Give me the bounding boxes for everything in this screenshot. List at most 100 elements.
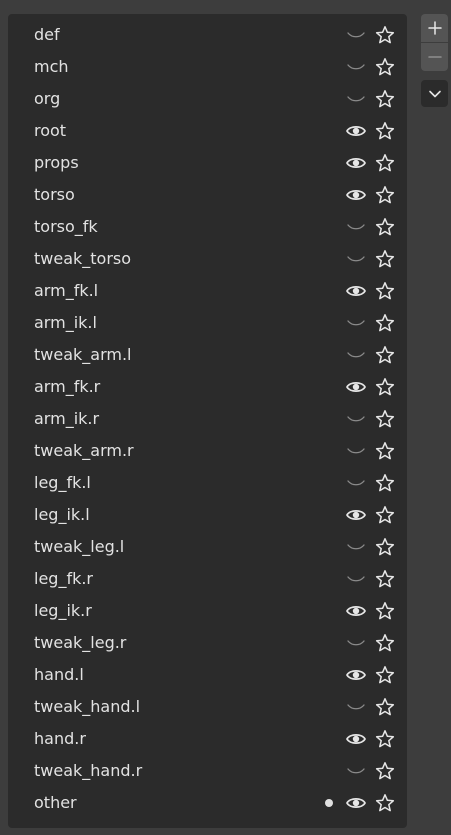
star-outline-icon[interactable]	[374, 24, 396, 46]
eye-open-icon[interactable]	[345, 377, 367, 397]
collection-row[interactable]: tweak_arm.l	[8, 339, 407, 371]
star-outline-icon[interactable]	[374, 376, 396, 398]
eye-closed-icon[interactable]	[345, 217, 367, 237]
star-outline-icon[interactable]	[374, 792, 396, 814]
collection-row[interactable]: mch	[8, 51, 407, 83]
eye-closed-icon[interactable]	[345, 441, 367, 461]
collection-row[interactable]: arm_fk.l	[8, 275, 407, 307]
collection-row[interactable]: leg_fk.l	[8, 467, 407, 499]
eye-closed-icon[interactable]	[345, 249, 367, 269]
eye-open-icon[interactable]	[345, 121, 367, 141]
specials-menu-button[interactable]	[421, 80, 448, 107]
collection-name: tweak_leg.r	[34, 633, 127, 652]
collection-row[interactable]: tweak_torso	[8, 243, 407, 275]
collection-row[interactable]: root	[8, 115, 407, 147]
star-outline-icon[interactable]	[374, 632, 396, 654]
collection-name: arm_ik.l	[34, 313, 97, 332]
eye-closed-icon[interactable]	[345, 345, 367, 365]
collection-row[interactable]: tweak_hand.r	[8, 755, 407, 787]
collection-name: tweak_hand.l	[34, 697, 141, 716]
eye-open-icon[interactable]	[345, 793, 367, 813]
eye-closed-icon[interactable]	[345, 761, 367, 781]
star-outline-icon[interactable]	[374, 728, 396, 750]
collection-name: leg_ik.r	[34, 601, 92, 620]
star-outline-icon[interactable]	[374, 440, 396, 462]
collection-row[interactable]: other	[8, 787, 407, 819]
star-outline-icon[interactable]	[374, 408, 396, 430]
star-outline-icon[interactable]	[374, 184, 396, 206]
collection-name: hand.l	[34, 665, 84, 684]
star-outline-icon[interactable]	[374, 120, 396, 142]
add-collection-button[interactable]	[421, 14, 448, 42]
eye-open-icon[interactable]	[345, 729, 367, 749]
star-outline-icon[interactable]	[374, 280, 396, 302]
eye-closed-icon[interactable]	[345, 537, 367, 557]
star-outline-icon[interactable]	[374, 504, 396, 526]
star-outline-icon[interactable]	[374, 88, 396, 110]
collection-row[interactable]: tweak_arm.r	[8, 435, 407, 467]
star-outline-icon[interactable]	[374, 56, 396, 78]
star-outline-icon[interactable]	[374, 568, 396, 590]
collection-row[interactable]: torso	[8, 179, 407, 211]
eye-closed-icon[interactable]	[345, 697, 367, 717]
collection-name: leg_ik.l	[34, 505, 90, 524]
collection-row[interactable]: leg_ik.r	[8, 595, 407, 627]
eye-open-icon[interactable]	[345, 153, 367, 173]
eye-closed-icon[interactable]	[345, 25, 367, 45]
star-outline-icon[interactable]	[374, 312, 396, 334]
star-outline-icon[interactable]	[374, 664, 396, 686]
collection-row[interactable]: leg_ik.l	[8, 499, 407, 531]
collection-row[interactable]: torso_fk	[8, 211, 407, 243]
eye-open-icon[interactable]	[345, 281, 367, 301]
collection-row[interactable]: arm_ik.l	[8, 307, 407, 339]
star-outline-icon[interactable]	[374, 760, 396, 782]
star-outline-icon[interactable]	[374, 216, 396, 238]
eye-closed-icon[interactable]	[345, 409, 367, 429]
star-outline-icon[interactable]	[374, 600, 396, 622]
collection-row[interactable]: tweak_hand.l	[8, 691, 407, 723]
collection-row[interactable]: def	[8, 19, 407, 51]
collection-row[interactable]: arm_fk.r	[8, 371, 407, 403]
eye-closed-icon[interactable]	[345, 89, 367, 109]
collection-row[interactable]: tweak_leg.l	[8, 531, 407, 563]
collection-row[interactable]: leg_fk.r	[8, 563, 407, 595]
eye-closed-icon[interactable]	[345, 473, 367, 493]
star-outline-icon[interactable]	[374, 248, 396, 270]
collection-name: root	[34, 121, 67, 140]
collection-name: def	[34, 25, 60, 44]
eye-open-icon[interactable]	[345, 665, 367, 685]
star-outline-icon[interactable]	[374, 344, 396, 366]
eye-open-icon[interactable]	[345, 505, 367, 525]
collection-name: tweak_leg.l	[34, 537, 125, 556]
minus-icon	[427, 56, 442, 58]
dot-icon	[324, 798, 334, 808]
collection-name: tweak_hand.r	[34, 761, 143, 780]
collection-name: props	[34, 153, 79, 172]
collection-name: leg_fk.r	[34, 569, 94, 588]
collection-row[interactable]: org	[8, 83, 407, 115]
eye-open-icon[interactable]	[345, 601, 367, 621]
collection-row[interactable]: hand.l	[8, 659, 407, 691]
eye-closed-icon[interactable]	[345, 313, 367, 333]
collection-name: tweak_torso	[34, 249, 132, 268]
star-outline-icon[interactable]	[374, 696, 396, 718]
collection-name: org	[34, 89, 61, 108]
list-edit-buttons	[421, 14, 448, 71]
eye-closed-icon[interactable]	[345, 569, 367, 589]
star-outline-icon[interactable]	[374, 536, 396, 558]
eye-closed-icon[interactable]	[345, 633, 367, 653]
collection-row[interactable]: props	[8, 147, 407, 179]
collection-name: arm_ik.r	[34, 409, 100, 428]
collection-row[interactable]: arm_ik.r	[8, 403, 407, 435]
chevron-down-icon	[428, 90, 441, 97]
collection-name: torso	[34, 185, 75, 204]
collection-row[interactable]: hand.r	[8, 723, 407, 755]
plus-icon	[427, 21, 442, 35]
eye-open-icon[interactable]	[345, 185, 367, 205]
star-outline-icon[interactable]	[374, 152, 396, 174]
eye-closed-icon[interactable]	[345, 57, 367, 77]
remove-collection-button[interactable]	[421, 43, 448, 71]
collection-row[interactable]: tweak_leg.r	[8, 627, 407, 659]
star-outline-icon[interactable]	[374, 472, 396, 494]
collection-name: arm_fk.r	[34, 377, 101, 396]
